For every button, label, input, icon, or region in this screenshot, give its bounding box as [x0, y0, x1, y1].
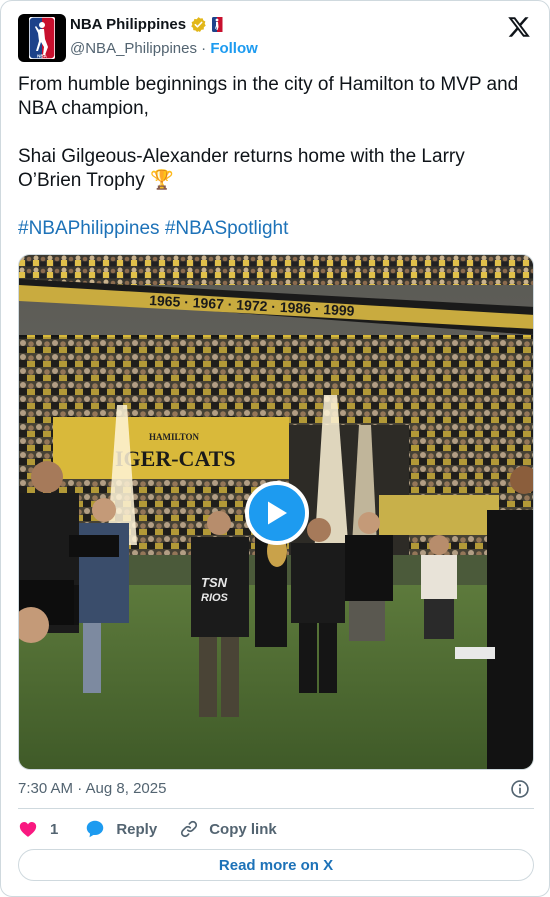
hashtag-nbaspotlight[interactable]: #NBASpotlight [165, 218, 289, 239]
link-icon [181, 820, 198, 838]
video-media[interactable]: 1965 · 1967 · 1972 · 1986 · 1999 HAMILTO… [18, 254, 534, 770]
play-icon [268, 501, 287, 525]
divider [18, 808, 534, 809]
tweet-text: From humble beginnings in the city of Ha… [18, 73, 528, 241]
hashtags-line: #NBAPhilippines #NBASpotlight [18, 217, 528, 241]
svg-text:NBA: NBA [37, 54, 47, 59]
author-handle-row: @NBA_Philippines · Follow [70, 40, 258, 57]
follow-link[interactable]: Follow [210, 40, 258, 57]
nba-logo-icon: NBA [29, 17, 55, 59]
copy-link-label: Copy link [209, 820, 277, 838]
separator-dot: · [201, 40, 207, 57]
shirt-text-tsn: TSN [201, 575, 228, 590]
shirt-text-rios: RIOS [201, 592, 229, 604]
heart-icon [19, 822, 37, 837]
author-handle[interactable]: @NBA_Philippines [70, 40, 197, 57]
copy-link-action[interactable]: Copy link [179, 819, 277, 839]
play-button[interactable] [245, 481, 309, 545]
like-count: 1 [50, 820, 59, 838]
tunnel-sign-big: IGER-CATS [115, 446, 236, 471]
author-display-name[interactable]: NBA Philippines [70, 16, 186, 33]
read-more-button[interactable]: Read more on X [18, 849, 534, 881]
tweet-timestamp[interactable]: 7:30 AM · Aug 8, 2025 [18, 780, 166, 797]
reply-action[interactable]: Reply [84, 818, 157, 840]
reply-label: Reply [116, 820, 158, 838]
like-action[interactable]: 1 [18, 819, 58, 839]
tunnel-sign-small: HAMILTON [149, 432, 200, 442]
x-logo-icon[interactable] [507, 15, 531, 39]
verified-badge-icon [191, 17, 206, 32]
nba-affiliate-badge-icon [211, 16, 224, 33]
author-name-row: NBA Philippines [70, 16, 224, 33]
tweet-embed-card: NBA NBA Philippines @NBA_Philippines · F… [0, 0, 550, 897]
tweet-text-line-2: Shai Gilgeous-Alexander returns home wit… [18, 146, 465, 191]
reply-bubble-icon [87, 820, 104, 838]
author-avatar[interactable]: NBA [18, 14, 66, 62]
hashtag-nbaphilippines[interactable]: #NBAPhilippines [18, 218, 160, 239]
action-bar: 1 Reply Copy link [18, 817, 277, 841]
tweet-text-line-1: From humble beginnings in the city of Ha… [18, 74, 519, 119]
info-icon[interactable] [510, 779, 530, 799]
